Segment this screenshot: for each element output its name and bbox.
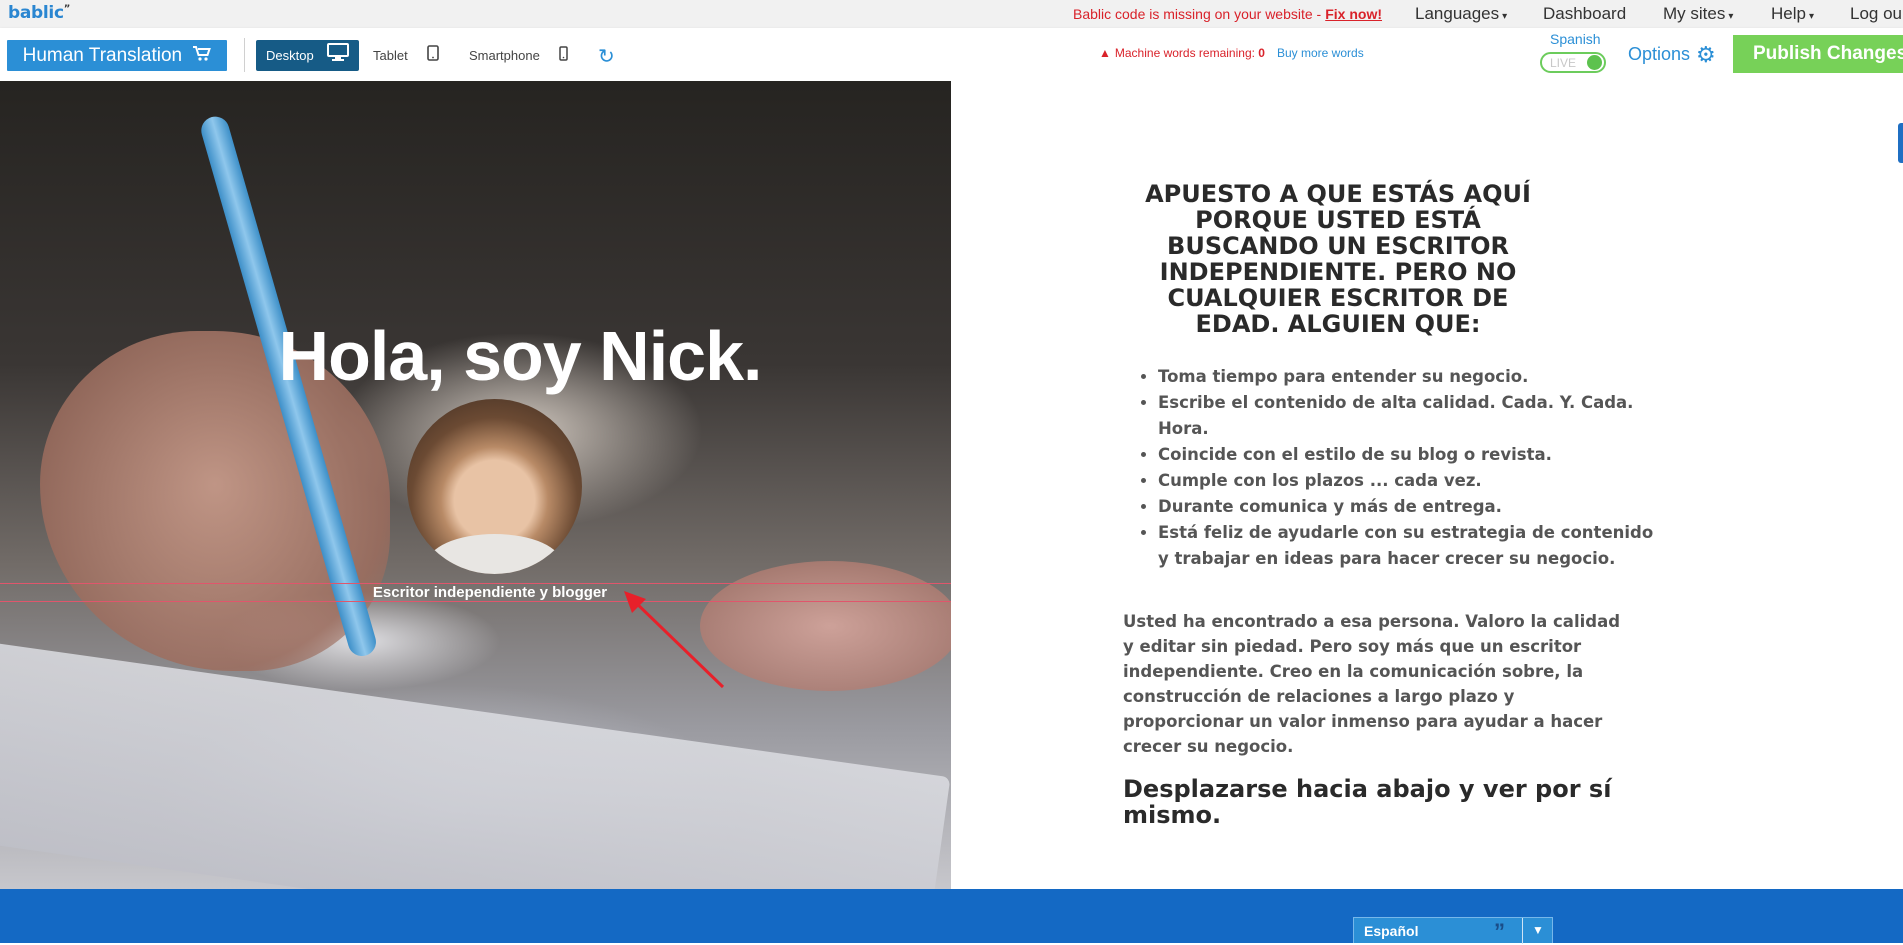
- machine-words-value: 0: [1258, 46, 1265, 60]
- human-translation-label: Human Translation: [22, 45, 183, 66]
- hero-subtitle[interactable]: Escritor independiente y blogger: [0, 584, 951, 601]
- language-selector[interactable]: Español ” ▼: [1353, 917, 1553, 944]
- top-bar: bablic” Bablic code is missing on your w…: [0, 0, 1903, 29]
- annotation-arrow: [624, 591, 725, 689]
- language-selector-label: Español: [1364, 923, 1419, 939]
- hero-hand-right-bg: [700, 561, 951, 691]
- refresh-icon[interactable]: ↻: [598, 44, 615, 69]
- current-language-label[interactable]: Spanish: [1550, 31, 1601, 47]
- content-paragraph[interactable]: Usted ha encontrado a esa persona. Valor…: [1123, 609, 1633, 759]
- caret-down-icon: ▾: [1728, 11, 1734, 22]
- list-item[interactable]: Escribe el contenido de alta calidad. Ca…: [1158, 390, 1658, 442]
- buy-more-words-link[interactable]: Buy more words: [1277, 46, 1364, 60]
- list-item[interactable]: Cumple con los plazos ... cada vez.: [1158, 468, 1658, 494]
- machine-words-label: Machine words remaining:: [1114, 46, 1255, 60]
- device-desktop-label: Desktop: [266, 48, 314, 63]
- live-toggle[interactable]: LIVE: [1540, 52, 1606, 73]
- fix-now-link[interactable]: Fix now!: [1325, 6, 1382, 22]
- scroll-down-heading[interactable]: Desplazarse hacia abajo y ver por sí mis…: [1123, 776, 1633, 828]
- footer-bar: Español ” ▼: [0, 889, 1903, 944]
- side-scroll-tab[interactable]: [1898, 123, 1903, 163]
- device-tablet-label: Tablet: [373, 48, 408, 63]
- device-desktop-button[interactable]: Desktop: [256, 40, 360, 72]
- nav-dashboard-label: Dashboard: [1543, 4, 1627, 23]
- content-heading[interactable]: APUESTO A QUE ESTÁS AQUÍ PORQUE USTED ES…: [1145, 181, 1531, 337]
- list-item[interactable]: Toma tiempo para entender su negocio.: [1158, 364, 1658, 390]
- live-toggle-label: LIVE: [1550, 56, 1577, 70]
- list-item[interactable]: Durante comunica y más de entrega.: [1158, 494, 1658, 520]
- caret-down-icon: ▾: [1808, 11, 1814, 22]
- device-smartphone-button[interactable]: Smartphone: [469, 40, 569, 72]
- publish-changes-button[interactable]: Publish Changes: [1733, 35, 1903, 73]
- missing-code-notice: Bablic code is missing on your website -…: [1073, 6, 1382, 22]
- qualities-list: Toma tiempo para entender su negocio. Es…: [1138, 364, 1658, 572]
- toolbar-divider: [244, 38, 245, 72]
- avatar-shirt: [427, 534, 562, 574]
- chevron-down-icon[interactable]: ▼: [1532, 923, 1544, 937]
- nav-my-sites[interactable]: My sites ▾: [1663, 4, 1733, 24]
- caret-down-icon: ▾: [1502, 11, 1508, 22]
- logo-text: bablic: [8, 3, 64, 23]
- smartphone-icon: [559, 41, 569, 72]
- list-item[interactable]: Está feliz de ayudarle con su estrategia…: [1158, 520, 1658, 572]
- human-translation-button[interactable]: Human Translation: [7, 40, 227, 71]
- options-label: Options: [1628, 44, 1691, 64]
- nav-log-out[interactable]: Log ou: [1850, 4, 1902, 24]
- language-selector-divider: [1522, 918, 1523, 944]
- highlight-line-bottom: [0, 601, 951, 602]
- avatar: [407, 399, 582, 574]
- device-tablet-button[interactable]: Tablet: [373, 40, 440, 72]
- cart-icon: [193, 46, 212, 65]
- content-section: APUESTO A QUE ESTÁS AQUÍ PORQUE USTED ES…: [951, 81, 1903, 889]
- machine-words-warning: ▲ Machine words remaining: 0: [1099, 46, 1265, 60]
- bablic-logo[interactable]: bablic”: [8, 3, 70, 23]
- nav-log-out-label: Log ou: [1850, 4, 1902, 23]
- nav-my-sites-label: My sites: [1663, 4, 1726, 23]
- nav-help-label: Help: [1771, 4, 1806, 23]
- tablet-icon: [427, 41, 440, 72]
- nav-languages[interactable]: Languages ▾: [1415, 4, 1507, 24]
- bablic-quote-icon: ”: [1494, 919, 1505, 944]
- nav-dashboard[interactable]: Dashboard: [1543, 4, 1626, 24]
- hero-section: Hola, soy Nick. Escritor independiente y…: [0, 81, 951, 889]
- gear-icon: ⚙: [1696, 42, 1716, 67]
- editor-toolbar: Human Translation Desktop Tablet Smartph…: [0, 28, 1903, 82]
- nav-languages-label: Languages: [1415, 4, 1500, 23]
- device-smartphone-label: Smartphone: [469, 48, 540, 63]
- missing-code-text: Bablic code is missing on your website -: [1073, 6, 1322, 22]
- logo-mark: ”: [63, 3, 71, 15]
- toggle-knob: [1587, 55, 1602, 70]
- nav-help[interactable]: Help ▾: [1771, 4, 1814, 24]
- list-item[interactable]: Coincide con el estilo de su blog o revi…: [1158, 442, 1658, 468]
- monitor-icon: [327, 41, 350, 72]
- warning-icon: ▲: [1099, 46, 1111, 60]
- hero-title[interactable]: Hola, soy Nick.: [0, 316, 951, 396]
- options-button[interactable]: Options ⚙: [1628, 42, 1716, 68]
